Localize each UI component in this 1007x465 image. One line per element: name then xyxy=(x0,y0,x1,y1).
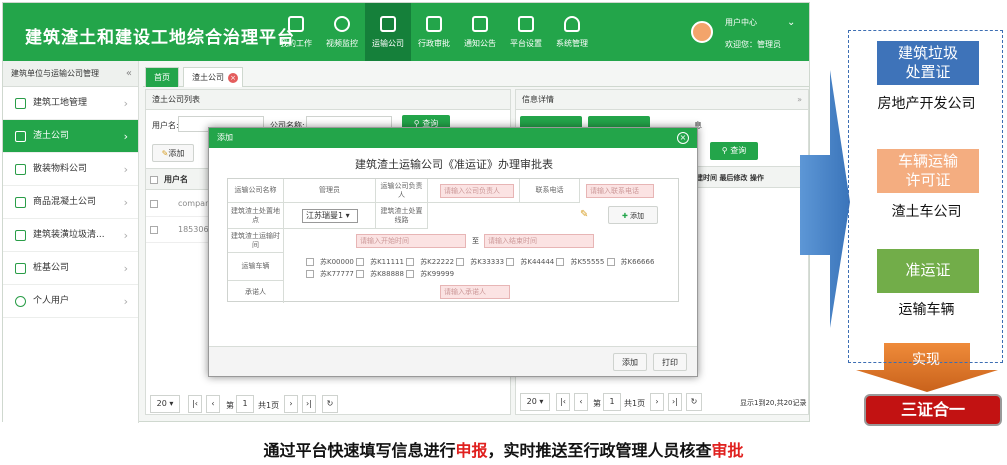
certificate-group: 建筑垃圾 处置证 房地产开发公司 车辆运输 许可证 渣土车公司 准运证 运输车辆 xyxy=(848,30,1003,363)
certificate-transport-permit: 准运证 xyxy=(877,249,979,293)
certificate-holder: 房地产开发公司 xyxy=(877,96,976,112)
certificate-vehicle-transport: 车辆运输 许可证 xyxy=(877,149,979,193)
certificate-holder: 渣土车公司 xyxy=(891,204,962,220)
realize-label: 实现 xyxy=(912,352,940,368)
right-arrow-icon xyxy=(800,70,850,328)
certificate-disposal: 建筑垃圾 处置证 xyxy=(877,41,979,85)
certificate-holder: 运输车辆 xyxy=(898,302,955,318)
three-in-one-badge: 三证合一 xyxy=(864,394,1002,426)
